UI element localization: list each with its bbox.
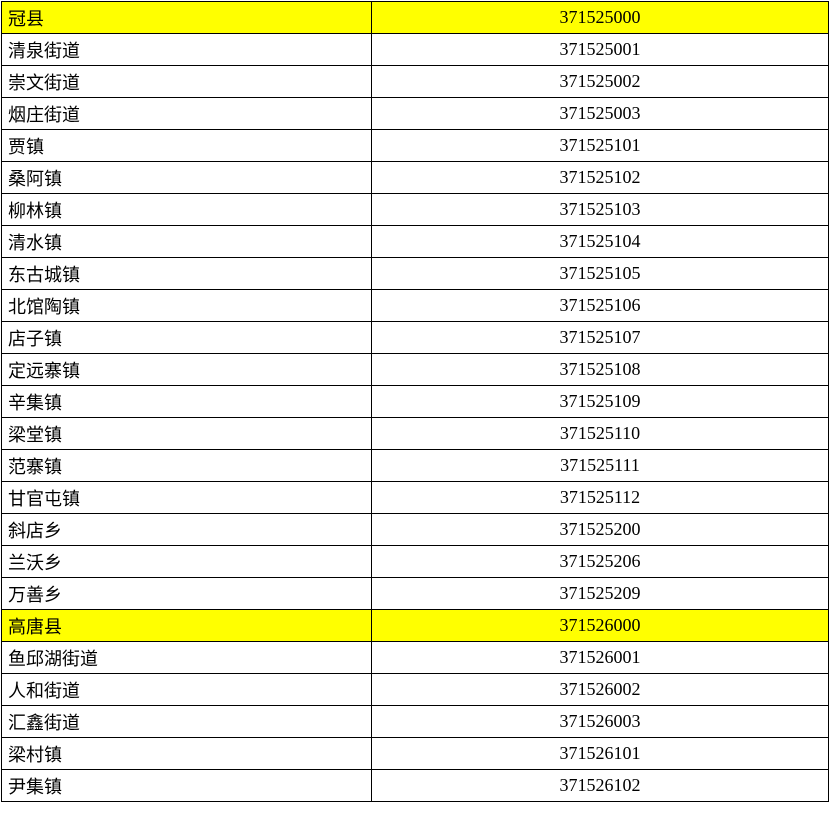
region-code-cell: 371525104 [372, 226, 829, 258]
region-code-cell: 371525111 [372, 450, 829, 482]
region-name-cell: 兰沃乡 [2, 546, 372, 578]
region-code-cell: 371525107 [372, 322, 829, 354]
region-code-table: 冠县371525000清泉街道371525001崇文街道371525002烟庄街… [1, 1, 829, 802]
region-name-cell: 桑阿镇 [2, 162, 372, 194]
region-code-cell: 371525002 [372, 66, 829, 98]
table-body: 冠县371525000清泉街道371525001崇文街道371525002烟庄街… [2, 2, 829, 802]
region-code-cell: 371525209 [372, 578, 829, 610]
region-name-cell: 东古城镇 [2, 258, 372, 290]
region-code-cell: 371525101 [372, 130, 829, 162]
table-row: 辛集镇371525109 [2, 386, 829, 418]
region-name-cell: 冠县 [2, 2, 372, 34]
region-name-cell: 店子镇 [2, 322, 372, 354]
table-row: 范寨镇371525111 [2, 450, 829, 482]
region-code-cell: 371525102 [372, 162, 829, 194]
region-name-cell: 定远寨镇 [2, 354, 372, 386]
region-name-cell: 高唐县 [2, 610, 372, 642]
table-row: 烟庄街道371525003 [2, 98, 829, 130]
table-row: 清泉街道371525001 [2, 34, 829, 66]
table-row: 冠县371525000 [2, 2, 829, 34]
region-code-cell: 371525112 [372, 482, 829, 514]
region-code-cell: 371525200 [372, 514, 829, 546]
region-code-cell: 371526101 [372, 738, 829, 770]
region-code-cell: 371526102 [372, 770, 829, 802]
region-code-cell: 371525110 [372, 418, 829, 450]
region-code-cell: 371526002 [372, 674, 829, 706]
region-name-cell: 斜店乡 [2, 514, 372, 546]
region-code-cell: 371525109 [372, 386, 829, 418]
table-row: 梁村镇371526101 [2, 738, 829, 770]
region-name-cell: 柳林镇 [2, 194, 372, 226]
region-name-cell: 万善乡 [2, 578, 372, 610]
region-code-cell: 371525105 [372, 258, 829, 290]
region-code-cell: 371526003 [372, 706, 829, 738]
table-row: 万善乡371525209 [2, 578, 829, 610]
region-code-cell: 371525003 [372, 98, 829, 130]
table-row: 人和街道371526002 [2, 674, 829, 706]
region-code-cell: 371525108 [372, 354, 829, 386]
region-name-cell: 清泉街道 [2, 34, 372, 66]
table-row: 高唐县371526000 [2, 610, 829, 642]
table-row: 甘官屯镇371525112 [2, 482, 829, 514]
table-row: 崇文街道371525002 [2, 66, 829, 98]
table-row: 清水镇371525104 [2, 226, 829, 258]
region-name-cell: 辛集镇 [2, 386, 372, 418]
table-row: 尹集镇371526102 [2, 770, 829, 802]
table-row: 兰沃乡371525206 [2, 546, 829, 578]
table-row: 桑阿镇371525102 [2, 162, 829, 194]
table-row: 鱼邱湖街道371526001 [2, 642, 829, 674]
region-name-cell: 人和街道 [2, 674, 372, 706]
table-row: 北馆陶镇371525106 [2, 290, 829, 322]
region-code-cell: 371526000 [372, 610, 829, 642]
region-code-cell: 371525103 [372, 194, 829, 226]
region-name-cell: 甘官屯镇 [2, 482, 372, 514]
table-row: 梁堂镇371525110 [2, 418, 829, 450]
table-row: 贾镇371525101 [2, 130, 829, 162]
region-name-cell: 北馆陶镇 [2, 290, 372, 322]
region-code-cell: 371525001 [372, 34, 829, 66]
table-row: 店子镇371525107 [2, 322, 829, 354]
region-name-cell: 梁堂镇 [2, 418, 372, 450]
region-name-cell: 范寨镇 [2, 450, 372, 482]
region-name-cell: 崇文街道 [2, 66, 372, 98]
region-name-cell: 烟庄街道 [2, 98, 372, 130]
region-name-cell: 尹集镇 [2, 770, 372, 802]
region-code-cell: 371525000 [372, 2, 829, 34]
region-code-cell: 371526001 [372, 642, 829, 674]
table-row: 定远寨镇371525108 [2, 354, 829, 386]
region-name-cell: 梁村镇 [2, 738, 372, 770]
region-name-cell: 清水镇 [2, 226, 372, 258]
region-code-cell: 371525106 [372, 290, 829, 322]
table-row: 汇鑫街道371526003 [2, 706, 829, 738]
table-row: 东古城镇371525105 [2, 258, 829, 290]
region-name-cell: 鱼邱湖街道 [2, 642, 372, 674]
table-row: 斜店乡371525200 [2, 514, 829, 546]
region-name-cell: 贾镇 [2, 130, 372, 162]
region-name-cell: 汇鑫街道 [2, 706, 372, 738]
region-code-cell: 371525206 [372, 546, 829, 578]
table-row: 柳林镇371525103 [2, 194, 829, 226]
